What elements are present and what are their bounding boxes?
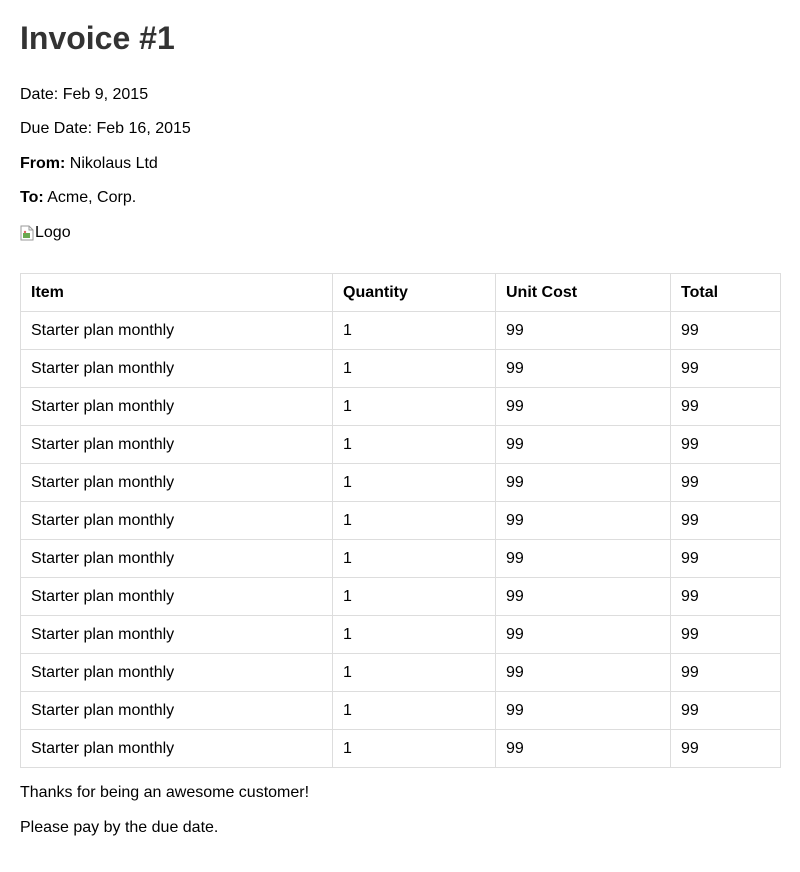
table-row: Starter plan monthly 1 99 99 [20,501,781,540]
cell-quantity: 1 [332,501,496,540]
cell-item: Starter plan monthly [20,539,333,578]
table-row: Starter plan monthly 1 99 99 [20,615,781,654]
cell-total: 99 [670,615,781,654]
table-row: Starter plan monthly 1 99 99 [20,653,781,692]
date-label: Date: [20,86,59,103]
table-row: Starter plan monthly 1 99 99 [20,577,781,616]
cell-quantity: 1 [332,387,496,426]
cell-quantity: 1 [332,463,496,502]
cell-unit-cost: 99 [495,349,671,388]
cell-unit-cost: 99 [495,653,671,692]
logo-alt-text: Logo [35,224,71,241]
invoice-date: Date: Feb 9, 2015 [20,86,780,104]
cell-quantity: 1 [332,539,496,578]
table-header-row: Item Quantity Unit Cost Total [20,273,781,312]
invoice-items-table: Item Quantity Unit Cost Total Starter pl… [20,273,781,768]
cell-item: Starter plan monthly [20,463,333,502]
invoice-from: From: Nikolaus Ltd [20,155,780,173]
cell-quantity: 1 [332,349,496,388]
cell-quantity: 1 [332,653,496,692]
cell-unit-cost: 99 [495,539,671,578]
cell-item: Starter plan monthly [20,387,333,426]
cell-item: Starter plan monthly [20,653,333,692]
cell-quantity: 1 [332,615,496,654]
cell-total: 99 [670,691,781,730]
cell-total: 99 [670,387,781,426]
cell-quantity: 1 [332,425,496,464]
cell-item: Starter plan monthly [20,349,333,388]
invoice-due-date: Due Date: Feb 16, 2015 [20,120,780,138]
table-row: Starter plan monthly 1 99 99 [20,539,781,578]
invoice-title: Invoice #1 [20,20,175,56]
from-value: Nikolaus Ltd [69,155,158,172]
cell-unit-cost: 99 [495,729,671,768]
cell-item: Starter plan monthly [20,311,333,350]
cell-total: 99 [670,653,781,692]
column-header-item: Item [20,273,333,312]
cell-unit-cost: 99 [495,425,671,464]
cell-quantity: 1 [332,691,496,730]
cell-total: 99 [670,311,781,350]
cell-unit-cost: 99 [495,691,671,730]
invoice-to: To: Acme, Corp. [20,189,780,207]
cell-unit-cost: 99 [495,615,671,654]
cell-total: 99 [670,425,781,464]
cell-unit-cost: 99 [495,501,671,540]
date-value: Feb 9, 2015 [62,86,149,103]
cell-item: Starter plan monthly [20,729,333,768]
cell-total: 99 [670,729,781,768]
cell-unit-cost: 99 [495,387,671,426]
from-label: From: [20,155,66,172]
cell-total: 99 [670,501,781,540]
logo-image: Logo [20,224,780,242]
cell-item: Starter plan monthly [20,425,333,464]
cell-unit-cost: 99 [495,463,671,502]
table-row: Starter plan monthly 1 99 99 [20,425,781,464]
cell-total: 99 [670,577,781,616]
cell-item: Starter plan monthly [20,691,333,730]
cell-unit-cost: 99 [495,311,671,350]
due-date-label: Due Date: [20,120,93,137]
column-header-quantity: Quantity [332,273,496,312]
invoice-page: Invoice #1 Date: Feb 9, 2015 Due Date: F… [0,0,800,837]
table-row: Starter plan monthly 1 99 99 [20,463,781,502]
table-row: Starter plan monthly 1 99 99 [20,349,781,388]
cell-quantity: 1 [332,729,496,768]
to-value: Acme, Corp. [47,189,137,206]
table-row: Starter plan monthly 1 99 99 [20,311,781,350]
table-row: Starter plan monthly 1 99 99 [20,691,781,730]
due-date-value: Feb 16, 2015 [96,120,191,137]
cell-unit-cost: 99 [495,577,671,616]
cell-total: 99 [670,539,781,578]
cell-total: 99 [670,349,781,388]
cell-item: Starter plan monthly [20,615,333,654]
thanks-message: Thanks for being an awesome customer! [20,784,310,801]
to-label: To: [20,189,44,206]
cell-total: 99 [670,463,781,502]
column-header-total: Total [670,273,781,312]
payment-note: Please pay by the due date. [20,819,219,836]
cell-quantity: 1 [332,311,496,350]
column-header-unit-cost: Unit Cost [495,273,671,312]
cell-item: Starter plan monthly [20,501,333,540]
cell-quantity: 1 [332,577,496,616]
broken-image-icon [20,225,34,241]
cell-item: Starter plan monthly [20,577,333,616]
table-row: Starter plan monthly 1 99 99 [20,387,781,426]
table-row: Starter plan monthly 1 99 99 [20,729,781,768]
